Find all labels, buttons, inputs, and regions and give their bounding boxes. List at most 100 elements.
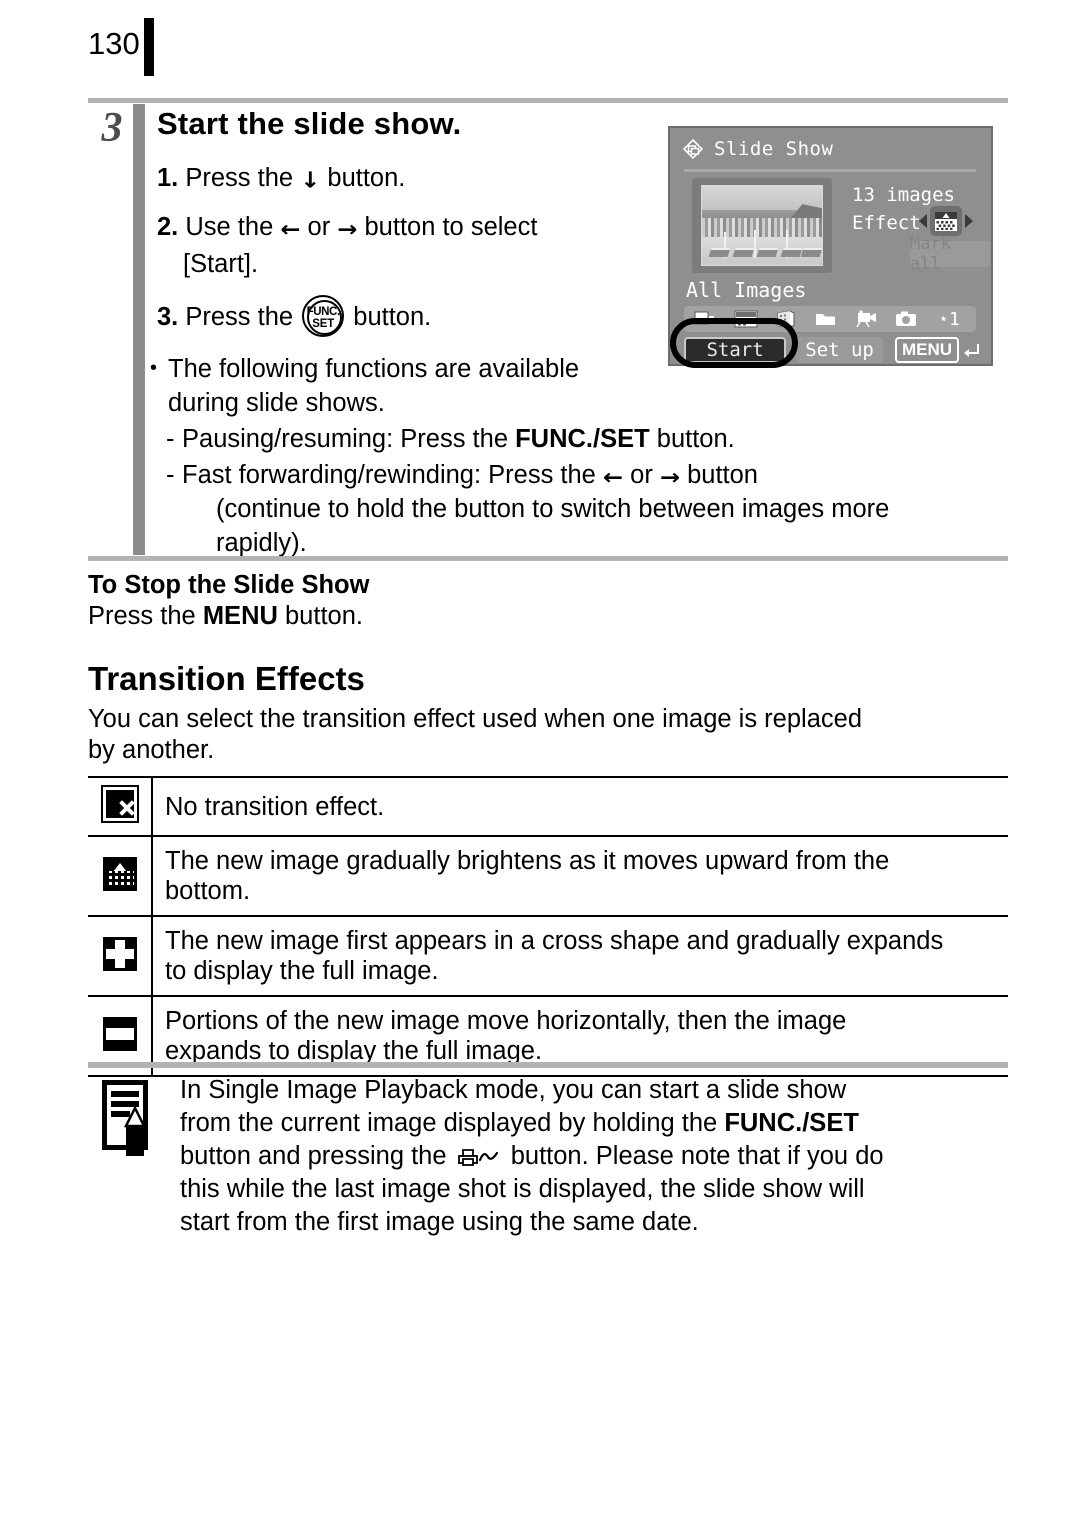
effect-current-value-icon[interactable]	[930, 206, 962, 236]
bullet-line-2: during slide shows.	[168, 389, 385, 417]
lcd-start-button[interactable]: Start	[684, 337, 787, 363]
slide-show-icon	[682, 138, 704, 160]
note-top-rule	[88, 1062, 1008, 1068]
pause-resume-text-pre: Pausing/resuming: Press the	[182, 425, 516, 453]
lcd-setup-button[interactable]: Set up	[796, 337, 883, 363]
lcd-menu-label: MENU	[894, 337, 959, 363]
step-item-1: 1. Press the ↓ button.	[157, 160, 657, 197]
fast-forward-continuation-1: (continue to hold the button to switch b…	[216, 495, 890, 523]
slide-show-functions-list: The following functions are available du…	[148, 351, 998, 560]
cross-transition-icon	[102, 936, 137, 971]
note-line-3-post: button. Please note that if you do	[503, 1142, 884, 1170]
row3-line-1: The new image first appears in a cross s…	[165, 927, 944, 955]
step-item-3-text-post: button.	[346, 303, 432, 331]
page-number: 130	[88, 26, 140, 61]
fast-forward-text-post: button	[680, 461, 758, 489]
step-item-3-text-pre: Press the	[185, 303, 301, 331]
effect-prev-arrow-icon[interactable]	[919, 214, 927, 228]
dissolve-up-description: The new image gradually brightens as it …	[152, 835, 1008, 917]
lcd-title-divider	[684, 169, 976, 172]
step-item-1-text-post: button.	[320, 164, 406, 192]
step-bottom-rule	[88, 556, 1008, 561]
step-item-1-number: 1.	[157, 164, 179, 192]
dissolve-up-transition-icon	[102, 856, 137, 891]
step-item-3: 3. Press the FUNC. SET button.	[157, 295, 657, 337]
lcd-thumbnail-frame	[692, 178, 832, 273]
film-roll-icon[interactable]	[772, 309, 800, 329]
table-row: No transition effect.	[88, 776, 1008, 837]
favorite-star-label[interactable]: ⋆1	[932, 309, 966, 330]
cross-icon-cell	[88, 915, 153, 997]
horizontal-band-transition-icon	[102, 1016, 137, 1051]
stop-body-post: button.	[277, 602, 363, 630]
step-item-2-text-mid: or	[300, 213, 338, 241]
right-arrow-icon: →	[659, 464, 680, 490]
folder-icon[interactable]	[812, 309, 840, 329]
step-item-2-text-pre: Use the	[185, 213, 281, 241]
no-transition-icon	[102, 787, 137, 821]
return-arrow-icon	[964, 344, 979, 357]
fast-forward-text-pre: Fast forwarding/rewinding: Press the	[182, 461, 603, 489]
lcd-effect-label: Effect	[852, 212, 921, 234]
lcd-mark-all-button[interactable]: Mark all	[910, 234, 990, 274]
note-line-1: In Single Image Playback mode, you can s…	[180, 1076, 847, 1104]
step-vertical-bar	[133, 104, 145, 555]
sub-item-fast-forward: Fast forwarding/rewinding: Press the ← o…	[148, 458, 998, 560]
down-arrow-icon: ↓	[300, 167, 321, 193]
row2-line-1: The new image gradually brightens as it …	[165, 847, 890, 875]
step-title: Start the slide show.	[157, 106, 462, 141]
stop-slide-show-body: Press the MENU button.	[88, 602, 363, 631]
pause-resume-text-post: button.	[649, 425, 735, 453]
lcd-title-row: Slide Show	[682, 138, 833, 160]
camera-lcd-screen: Slide Show 13 images Effect Mark all All…	[668, 126, 993, 366]
page-header: 130	[88, 18, 1008, 76]
date-calendar-icon[interactable]	[732, 309, 760, 329]
lcd-thumbnail-image	[701, 185, 823, 266]
fast-forward-text-mid: or	[623, 461, 660, 489]
dissolve-transition-icon	[935, 211, 957, 231]
step-item-2-number: 2.	[157, 213, 179, 241]
pause-resume-button-name: FUNC./SET	[515, 425, 650, 453]
stop-body-pre: Press the	[88, 602, 203, 630]
note-line-4: this while the last image shot is displa…	[180, 1175, 865, 1203]
intro-line-1: You can select the transition effect use…	[88, 705, 863, 733]
note-body-text: In Single Image Playback mode, you can s…	[180, 1074, 992, 1239]
table-row: The new image first appears in a cross s…	[88, 915, 1008, 997]
note-funcset-name: FUNC./SET	[724, 1109, 859, 1137]
bullet-line-1: The following functions are available	[168, 355, 580, 383]
note-memo-pencil-icon	[102, 1080, 148, 1156]
lcd-menu-hint[interactable]: MENU	[894, 337, 982, 363]
movie-camera-icon[interactable]	[852, 309, 880, 329]
intro-line-2: by another.	[88, 736, 215, 764]
row2-line-2: bottom.	[165, 877, 251, 905]
row1-line-1: No transition effect.	[165, 792, 385, 821]
func-set-button-icon: FUNC. SET	[302, 295, 345, 337]
no-transition-description: No transition effect.	[152, 776, 1008, 837]
no-transition-icon-cell	[88, 776, 153, 837]
lcd-category-icon-bar[interactable]: ⋆1	[684, 306, 976, 332]
step-item-2: 2. Use the ← or → button to select [Star…	[157, 209, 657, 283]
lcd-all-images-label: All Images	[686, 278, 807, 302]
left-arrow-icon: ←	[280, 216, 301, 242]
lcd-button-row: Start Set up MENU	[684, 336, 982, 364]
row4-line-2: expands to display the full image.	[165, 1037, 543, 1065]
step-number: 3	[101, 105, 123, 151]
fast-forward-continuation-2: rapidly).	[216, 529, 307, 557]
images-icon[interactable]	[692, 309, 720, 329]
effect-next-arrow-icon[interactable]	[965, 214, 973, 228]
step-item-3-number: 3.	[157, 303, 179, 331]
lcd-title-text: Slide Show	[714, 138, 834, 160]
print-share-button-icon	[457, 1144, 501, 1166]
note-line-5: start from the first image using the sam…	[180, 1208, 699, 1236]
sub-item-pause-resume: Pausing/resuming: Press the FUNC./SET bu…	[148, 422, 998, 456]
cross-description: The new image first appears in a cross s…	[152, 915, 1008, 997]
stop-slide-show-heading: To Stop the Slide Show	[88, 571, 370, 599]
step-item-2-continuation: [Start].	[183, 250, 259, 278]
step-item-1-text-pre: Press the	[185, 164, 301, 192]
dissolve-up-icon-cell	[88, 835, 153, 917]
page-edge-tab	[144, 18, 154, 76]
table-row: The new image gradually brightens as it …	[88, 835, 1008, 917]
lcd-effect-selector[interactable]	[919, 206, 973, 236]
still-camera-icon[interactable]	[892, 309, 920, 329]
left-arrow-icon: ←	[602, 464, 624, 490]
